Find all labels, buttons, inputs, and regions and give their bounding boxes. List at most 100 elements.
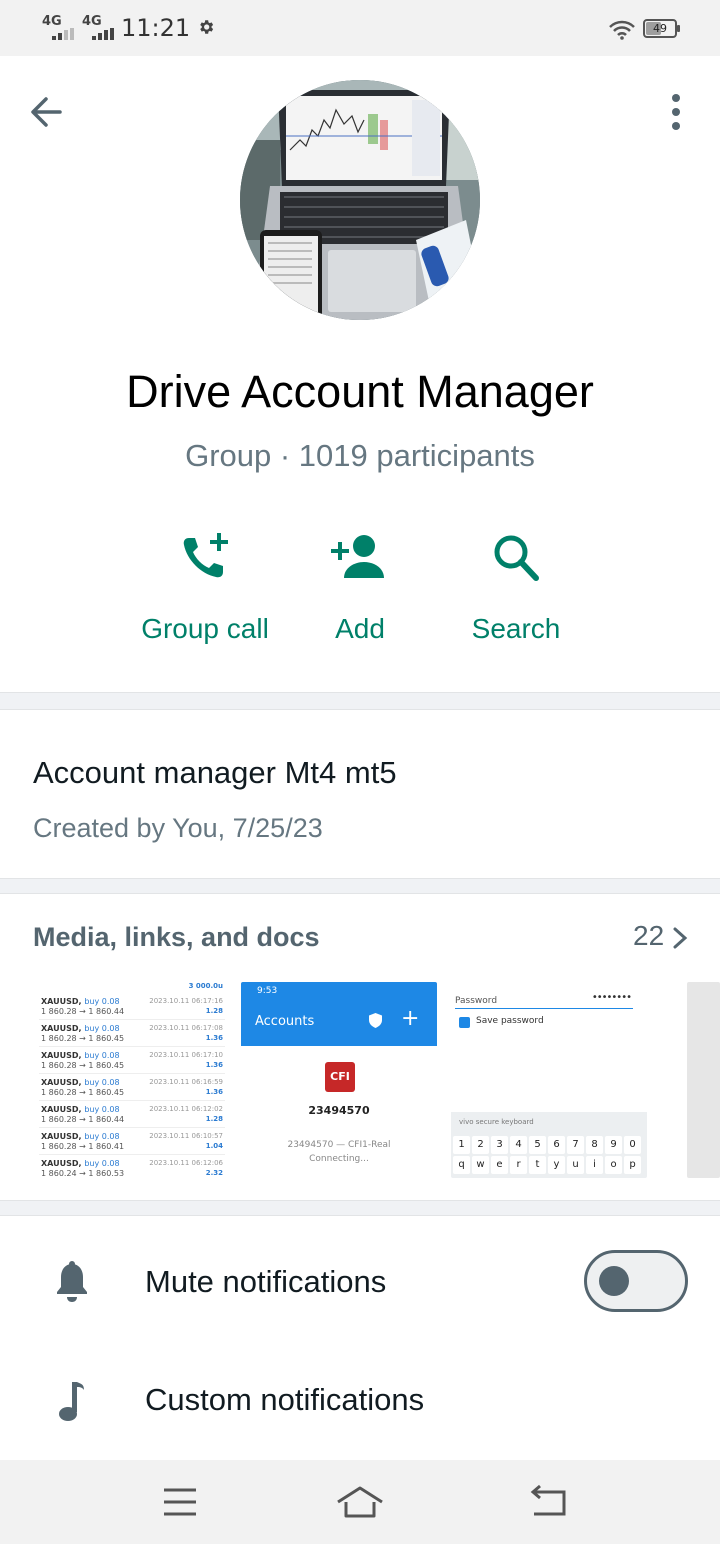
- trade-row: XAUUSD, buy 0.08 1 860.28 → 1 860.45 202…: [39, 1074, 225, 1101]
- home-icon: [337, 1486, 383, 1518]
- keyboard-key: 2: [472, 1136, 489, 1154]
- connection-status: Connecting...: [309, 1154, 369, 1164]
- save-password-label: Save password: [476, 1016, 544, 1026]
- shield-icon: [369, 1013, 382, 1028]
- thumb-time: 9:53: [257, 986, 278, 996]
- price: 1 860.28 → 1 860.44: [41, 1007, 125, 1016]
- keyboard-key: u: [567, 1156, 584, 1174]
- side: buy 0.08: [84, 1051, 120, 1060]
- password-dots: ••••••••: [591, 992, 632, 1003]
- more-options-button[interactable]: [664, 92, 688, 132]
- battery-percent: 49: [653, 22, 667, 35]
- trade-row: XAUUSD, buy 0.08 1 860.28 → 1 860.45 202…: [39, 1047, 225, 1074]
- symbol: XAUUSD,: [41, 1132, 82, 1141]
- back-icon: [530, 1484, 566, 1516]
- keyboard: vivo secure keyboard 1234567890 qwertyuio…: [451, 1112, 647, 1178]
- symbol: XAUUSD,: [41, 1024, 82, 1033]
- toggle-knob: [599, 1266, 629, 1296]
- group-participants[interactable]: Group · 1019 participants: [0, 438, 720, 474]
- group-avatar[interactable]: [240, 80, 480, 320]
- media-thumbnail[interactable]: [687, 982, 720, 1178]
- cellular-signal-1: 4G: [42, 14, 76, 40]
- price: 1 860.28 → 1 860.44: [41, 1115, 125, 1124]
- side: buy 0.08: [84, 1159, 120, 1168]
- home-button[interactable]: [330, 1480, 390, 1524]
- price: 1 860.28 → 1 860.45: [41, 1034, 125, 1043]
- group-description[interactable]: Account manager Mt4 mt5: [33, 755, 397, 791]
- group-call-label: Group call: [141, 613, 269, 644]
- trade-row: XAUUSD, buy 0.08 1 860.24 → 1 860.53 202…: [39, 1155, 225, 1178]
- search-icon: [494, 535, 539, 581]
- group-call-button[interactable]: Group call: [127, 520, 283, 650]
- symbol: XAUUSD,: [41, 997, 82, 1006]
- keyboard-key: 6: [548, 1136, 565, 1154]
- custom-notifications-label: Custom notifications: [145, 1382, 425, 1417]
- price: 1 860.24 → 1 860.53: [41, 1169, 125, 1178]
- media-thumbnail[interactable]: Password •••••••• Save password vivo sec…: [451, 982, 647, 1178]
- keyboard-key: 0: [624, 1136, 641, 1154]
- account-number: 23494570: [308, 1104, 370, 1117]
- mute-toggle[interactable]: [584, 1250, 688, 1312]
- side: buy 0.08: [84, 1132, 120, 1141]
- trade-row: XAUUSD, buy 0.08 1 860.28 → 1 860.44 202…: [39, 1101, 225, 1128]
- cellular-signal-2: 4G: [82, 14, 116, 40]
- date: 2023.10.11 06:17:08: [149, 1024, 223, 1032]
- date: 2023.10.11 06:10:57: [149, 1132, 223, 1140]
- profit: 1.04: [205, 1142, 223, 1150]
- more-vertical-icon: [672, 94, 680, 130]
- person-add-icon: [331, 535, 384, 578]
- phone-add-icon: [183, 533, 228, 578]
- keyboard-key: 4: [510, 1136, 527, 1154]
- symbol: XAUUSD,: [41, 1078, 82, 1087]
- checkbox-icon: [459, 1017, 470, 1028]
- gear-icon: [200, 20, 214, 34]
- back-nav-button[interactable]: [518, 1480, 578, 1524]
- keyboard-keys: 1234567890 qwertyuiop: [453, 1136, 641, 1174]
- keyboard-key: 7: [567, 1136, 584, 1154]
- keyboard-key: i: [586, 1156, 603, 1174]
- accounts-title: Accounts: [255, 1014, 315, 1029]
- back-button[interactable]: [26, 92, 70, 132]
- date: 2023.10.11 06:12:02: [149, 1105, 223, 1113]
- add-participant-button[interactable]: Add: [282, 520, 438, 650]
- password-label: Password: [455, 996, 498, 1006]
- recents-button[interactable]: [150, 1480, 210, 1524]
- search-label: Search: [471, 613, 561, 644]
- custom-notifications-row[interactable]: Custom notifications: [0, 1346, 720, 1456]
- date: 2023.10.11 06:17:10: [149, 1051, 223, 1059]
- trade-row: XAUUSD, buy 0.08 1 860.28 → 1 860.44 202…: [39, 993, 225, 1020]
- account-server: 23494570 — CFI1-Real: [287, 1140, 391, 1150]
- trade-row: XAUUSD, buy 0.08 1 860.28 → 1 860.41 202…: [39, 1128, 225, 1155]
- cfi-logo: CFI: [325, 1062, 355, 1092]
- date: 2023.10.11 06:17:16: [149, 997, 223, 1005]
- price: 1 860.28 → 1 860.45: [41, 1088, 125, 1097]
- menu-icon: [164, 1488, 196, 1516]
- keyboard-key: y: [548, 1156, 565, 1174]
- section-divider: [0, 878, 720, 894]
- chevron-right-icon[interactable]: [672, 926, 688, 950]
- wifi-icon: [609, 20, 635, 40]
- profit: 2.32: [205, 1169, 223, 1177]
- app-bar: 9:53 Accounts +: [241, 982, 437, 1046]
- profit: 1.36: [205, 1088, 223, 1096]
- media-thumbnail[interactable]: 9:53 Accounts + CFI 23494570 23494570 — …: [241, 982, 437, 1178]
- price: 1 860.28 → 1 860.45: [41, 1061, 125, 1070]
- keyboard-key: e: [491, 1156, 508, 1174]
- profit: 1.28: [205, 1007, 223, 1015]
- symbol: XAUUSD,: [41, 1051, 82, 1060]
- status-clock: 11:21: [121, 14, 191, 42]
- date: 2023.10.11 06:16:59: [149, 1078, 223, 1086]
- media-thumbnail[interactable]: 3 000.0u XAUUSD, buy 0.08 1 860.28 → 1 8…: [33, 982, 229, 1178]
- group-name: Drive Account Manager: [126, 366, 594, 417]
- profit: 1.36: [205, 1034, 223, 1042]
- group-photo: [240, 80, 480, 320]
- section-divider: [0, 692, 720, 710]
- keyboard-key: 3: [491, 1136, 508, 1154]
- media-count[interactable]: 22: [633, 920, 664, 952]
- search-button[interactable]: Search: [438, 520, 594, 650]
- profit: 1.28: [205, 1115, 223, 1123]
- side: buy 0.08: [84, 997, 120, 1006]
- profit: 1.36: [205, 1061, 223, 1069]
- keyboard-key: 5: [529, 1136, 546, 1154]
- media-section-title[interactable]: Media, links, and docs: [33, 922, 320, 953]
